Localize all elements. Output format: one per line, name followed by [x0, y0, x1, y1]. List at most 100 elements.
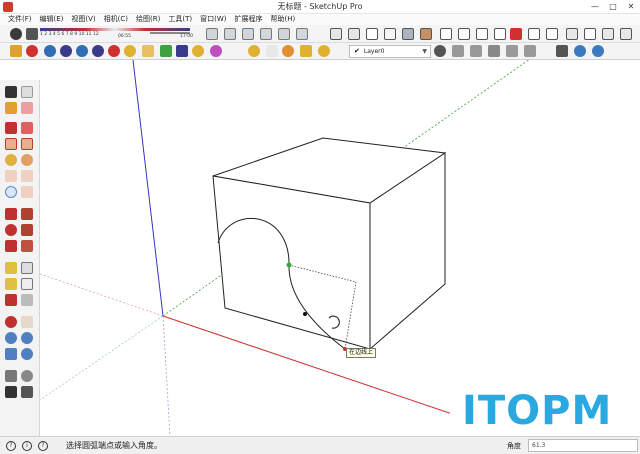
eraser-icon[interactable]: [21, 102, 33, 114]
xray-style-icon[interactable]: [330, 28, 342, 40]
wireframe-icon[interactable]: [366, 28, 378, 40]
select-arrow-icon[interactable]: [5, 86, 17, 98]
component-icon-2[interactable]: [470, 45, 482, 57]
zoom-tool-icon[interactable]: [5, 332, 17, 344]
move-arrows-icon[interactable]: [556, 45, 568, 57]
lamp-icon[interactable]: [300, 45, 312, 57]
orange-dot-icon[interactable]: [282, 45, 294, 57]
style-circle-icon-3[interactable]: [76, 45, 88, 57]
target-icon[interactable]: [574, 45, 586, 57]
menu-help[interactable]: 帮助(H): [266, 14, 299, 25]
yellow-square-icon[interactable]: [318, 45, 330, 57]
section-plane-icon[interactable]: [21, 386, 33, 398]
axes-tool-icon[interactable]: [5, 294, 17, 306]
yellow-dot-icon[interactable]: [248, 45, 260, 57]
walk-tool-icon[interactable]: [5, 386, 17, 398]
maximize-button[interactable]: □: [604, 0, 622, 14]
menu-file[interactable]: 文件(F): [4, 14, 36, 25]
menu-view[interactable]: 视图(V): [67, 14, 99, 25]
minimize-button[interactable]: —: [586, 0, 604, 14]
stairs-icon[interactable]: [584, 28, 596, 40]
menu-window[interactable]: 窗口(W): [196, 14, 230, 25]
menu-draw[interactable]: 绘图(R): [132, 14, 164, 25]
tape-measure-icon[interactable]: [5, 262, 17, 274]
shadow-settings[interactable]: 1 2 3 4 5 6 7 8 9 10 11 12 06:55 17:00: [40, 27, 200, 41]
position-camera-icon[interactable]: [5, 370, 17, 382]
warehouse-icon[interactable]: [458, 28, 470, 40]
follow-me-icon[interactable]: [21, 224, 33, 236]
component-icon-5[interactable]: [524, 45, 536, 57]
pie-tool-icon[interactable]: [21, 186, 33, 198]
back-edges-icon[interactable]: [348, 28, 360, 40]
two-point-arc-icon[interactable]: [21, 170, 33, 182]
arc-point[interactable]: [303, 312, 307, 316]
component-icon-3[interactable]: [488, 45, 500, 57]
polygon-tool-icon[interactable]: [21, 154, 33, 166]
shaded-icon[interactable]: [402, 28, 414, 40]
back-view-icon[interactable]: [278, 28, 290, 40]
house-outline-icon[interactable]: [476, 28, 488, 40]
color-wheel-icon[interactable]: [210, 45, 222, 57]
zoom-window-icon[interactable]: [21, 332, 33, 344]
style-circle-icon-1[interactable]: [44, 45, 56, 57]
close-button[interactable]: ✕: [622, 0, 640, 14]
rotated-rect-icon[interactable]: [21, 138, 33, 150]
push-pull-icon[interactable]: [21, 208, 33, 220]
style-circle-icon-6[interactable]: [124, 45, 136, 57]
sphere-tool-icon[interactable]: [192, 45, 204, 57]
circle-tool-icon[interactable]: [5, 154, 17, 166]
fox-icon[interactable]: [142, 45, 154, 57]
iso-view-icon[interactable]: [206, 28, 218, 40]
shaded-textures-icon[interactable]: [420, 28, 432, 40]
fence-icon[interactable]: [528, 28, 540, 40]
style-circle-icon-2[interactable]: [60, 45, 72, 57]
building-icon[interactable]: [546, 28, 558, 40]
light-icon[interactable]: [266, 45, 278, 57]
section-icon[interactable]: [494, 28, 506, 40]
box-front-face[interactable]: [212, 175, 371, 350]
hidden-line-icon[interactable]: [384, 28, 396, 40]
info-icon[interactable]: ?: [38, 441, 48, 451]
freehand-tool-icon[interactable]: [21, 122, 33, 134]
style-circle-icon-5[interactable]: [108, 45, 120, 57]
move-tool-icon[interactable]: [5, 208, 17, 220]
menu-tools[interactable]: 工具(T): [164, 14, 196, 25]
right-view-icon[interactable]: [260, 28, 272, 40]
front-view-icon[interactable]: [242, 28, 254, 40]
left-view-icon[interactable]: [296, 28, 308, 40]
select-tool-icon[interactable]: [10, 28, 22, 40]
text-tool-icon[interactable]: [21, 278, 33, 290]
sandbox-icon[interactable]: [602, 28, 614, 40]
measurements-input[interactable]: 61.3: [528, 439, 638, 452]
dimension-tool-icon[interactable]: [21, 262, 33, 274]
sandbox-grid-icon[interactable]: [620, 28, 632, 40]
menu-camera[interactable]: 相机(C): [100, 14, 132, 25]
paint-tool-icon[interactable]: [5, 102, 17, 114]
rectangle-tool-icon[interactable]: [5, 138, 17, 150]
protractor-icon[interactable]: [5, 278, 17, 290]
orbit-icon[interactable]: [26, 45, 38, 57]
menu-extensions[interactable]: 扩展程序: [230, 14, 266, 25]
component-icon-1[interactable]: [452, 45, 464, 57]
layer-manager-icon[interactable]: [434, 45, 446, 57]
settings-gear-icon[interactable]: [592, 45, 604, 57]
three-point-arc-icon[interactable]: [5, 186, 17, 198]
credits-icon[interactable]: i: [22, 441, 32, 451]
orbit-tool-icon[interactable]: [5, 316, 17, 328]
arrow-tool-icon[interactable]: [176, 45, 188, 57]
arc-midpoint[interactable]: [286, 262, 292, 268]
component-icon-4[interactable]: [506, 45, 518, 57]
pan-hand-icon[interactable]: [21, 316, 33, 328]
house-view-icon[interactable]: [440, 28, 452, 40]
previous-view-icon[interactable]: [21, 348, 33, 360]
arc-3d-icon[interactable]: [160, 45, 172, 57]
line-tool-icon[interactable]: [5, 122, 17, 134]
look-around-icon[interactable]: [21, 370, 33, 382]
drawing-viewport[interactable]: 在边线上 ITOPM: [40, 60, 640, 436]
arc-tool-icon[interactable]: [5, 170, 17, 182]
person-walk-icon[interactable]: [510, 28, 522, 40]
3d-text-icon[interactable]: [21, 294, 33, 306]
eraser-tool-icon[interactable]: [26, 28, 38, 40]
layer-select[interactable]: ✔ Layer0 ▼: [349, 45, 431, 58]
geo-location-icon[interactable]: ?: [6, 441, 16, 451]
